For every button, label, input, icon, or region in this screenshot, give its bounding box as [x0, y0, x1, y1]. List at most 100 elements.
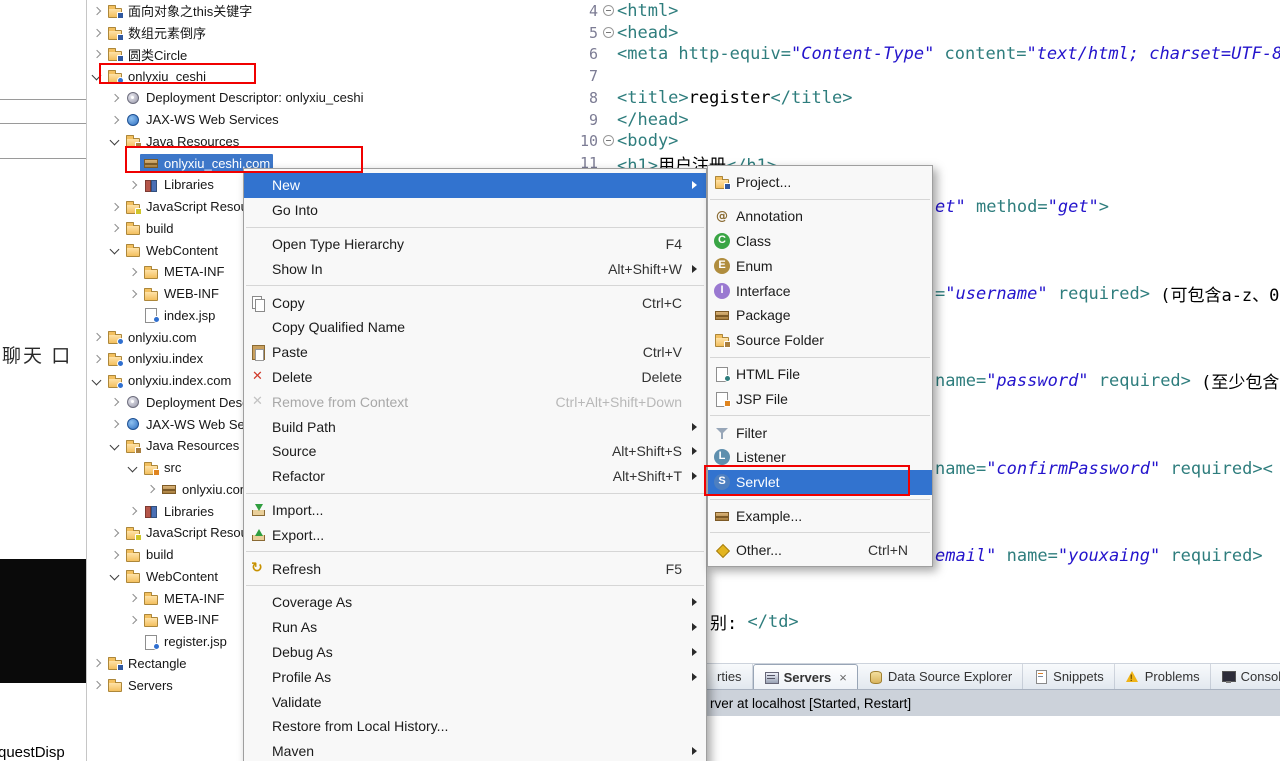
tree-item-label: META-INF [163, 591, 224, 606]
tab-data-source-explorer[interactable]: Data Source Explorer [858, 664, 1023, 689]
menu-item-annotation[interactable]: Annotation [708, 204, 932, 229]
collapsed-arrow-icon[interactable] [91, 656, 104, 670]
collapsed-arrow-icon[interactable] [91, 330, 104, 344]
menu-item-coverage-as[interactable]: Coverage As [244, 590, 706, 615]
menu-item-html-file[interactable]: HTML File [708, 362, 932, 387]
tree-item-circle[interactable]: 圆类Circle [87, 44, 557, 66]
tab-snippets[interactable]: Snippets [1023, 664, 1115, 689]
menu-item-import[interactable]: Import... [244, 498, 706, 523]
menu-item-open-type-hierarchy[interactable]: Open Type HierarchyF4 [244, 232, 706, 257]
expanded-arrow-icon[interactable] [91, 374, 104, 388]
menu-item-project[interactable]: Project... [708, 170, 932, 195]
fold-marker-icon[interactable] [601, 3, 617, 19]
collapsed-arrow-icon[interactable] [127, 613, 140, 627]
collapsed-arrow-icon[interactable] [109, 417, 122, 431]
tree-item-label: Libraries [163, 504, 214, 519]
code-segment: "text/html; charset=UTF-8" [1026, 44, 1280, 64]
tree-item-this[interactable]: 面向对象之this关键字 [87, 0, 557, 22]
expanded-arrow-icon[interactable] [109, 439, 122, 453]
collapsed-arrow-icon[interactable] [145, 482, 158, 496]
editor-line: 5<head> [556, 22, 1280, 44]
code-text: </head> [617, 110, 689, 130]
menu-item-copy-qualified-name[interactable]: Copy Qualified Name [244, 315, 706, 340]
annotation-box-3 [704, 465, 910, 496]
collapsed-arrow-icon[interactable] [91, 678, 104, 692]
menu-item-enum[interactable]: Enum [708, 253, 932, 278]
menu-item-label: Project... [736, 174, 791, 190]
collapsed-arrow-icon[interactable] [127, 591, 140, 605]
menu-item-package[interactable]: Package [708, 303, 932, 328]
tab-rties[interactable]: rties [707, 664, 753, 689]
menu-item-maven[interactable]: Maven [244, 739, 706, 761]
collapsed-arrow-icon[interactable] [109, 91, 122, 105]
collapsed-arrow-icon[interactable] [127, 178, 140, 192]
menu-item-label: Refresh [272, 561, 321, 577]
menu-item-source-folder[interactable]: Source Folder [708, 328, 932, 353]
collapsed-arrow-icon[interactable] [91, 47, 104, 61]
menu-item-restore-from-local-history[interactable]: Restore from Local History... [244, 714, 706, 739]
collapsed-arrow-icon[interactable] [109, 221, 122, 235]
menu-item-copy[interactable]: CopyCtrl+C [244, 290, 706, 315]
submenu-arrow-icon [686, 443, 698, 459]
collapsed-arrow-icon[interactable] [127, 504, 140, 518]
collapsed-arrow-icon[interactable] [109, 200, 122, 214]
menu-item-example[interactable]: Example... [708, 504, 932, 529]
menu-item-show-in[interactable]: Show InAlt+Shift+W [244, 256, 706, 281]
menu-item-debug-as[interactable]: Debug As [244, 640, 706, 665]
menu-item-class[interactable]: Class [708, 229, 932, 254]
collapsed-arrow-icon[interactable] [109, 526, 122, 540]
collapsed-arrow-icon[interactable] [127, 265, 140, 279]
context-menu: NewGo Into Open Type HierarchyF4Show InAl… [243, 168, 707, 761]
collapsed-arrow-icon[interactable] [109, 113, 122, 127]
menu-item-go-into[interactable]: Go Into [244, 198, 706, 223]
menu-item-refactor[interactable]: RefactorAlt+Shift+T [244, 464, 706, 489]
expanded-arrow-icon[interactable] [109, 243, 122, 257]
tree-item-label: onlyxiu.com [181, 482, 251, 497]
menu-item-remove-from-context[interactable]: Remove from ContextCtrl+Alt+Shift+Down [244, 389, 706, 414]
menu-item-jsp-file[interactable]: JSP File [708, 386, 932, 411]
fold-marker-icon[interactable] [601, 25, 617, 41]
menu-item-interface[interactable]: Interface [708, 278, 932, 303]
menu-item-validate[interactable]: Validate [244, 689, 706, 714]
menu-item-delete[interactable]: DeleteDelete [244, 365, 706, 390]
tab-console[interactable]: Console [1211, 664, 1280, 689]
tab-problems[interactable]: Problems [1115, 664, 1211, 689]
menu-item-source[interactable]: SourceAlt+Shift+S [244, 439, 706, 464]
tree-item-label: Libraries [163, 177, 214, 192]
expanded-arrow-icon[interactable] [109, 134, 122, 148]
submenu-arrow-icon [686, 419, 698, 435]
menu-item-profile-as[interactable]: Profile As [244, 664, 706, 689]
menu-item-paste[interactable]: PasteCtrl+V [244, 340, 706, 365]
new-submenu: Project... AnnotationClassEnumInterfacePa… [707, 165, 933, 567]
expanded-arrow-icon[interactable] [127, 461, 140, 475]
collapsed-arrow-icon[interactable] [91, 352, 104, 366]
collapsed-arrow-icon[interactable] [127, 287, 140, 301]
tab-close-icon[interactable]: × [839, 670, 847, 685]
tab-servers[interactable]: Servers× [753, 664, 858, 689]
menu-item-new[interactable]: New [244, 173, 706, 198]
deploy-icon [125, 394, 141, 410]
menu-item-other[interactable]: Other...Ctrl+N [708, 537, 932, 562]
collapsed-arrow-icon[interactable] [91, 4, 104, 18]
empty-icon [250, 743, 266, 759]
menu-separator [246, 585, 704, 586]
jsp-icon [143, 307, 159, 323]
menu-item-run-as[interactable]: Run As [244, 615, 706, 640]
menu-item-export[interactable]: Export... [244, 522, 706, 547]
submenu-arrow-slot [912, 542, 924, 558]
tree-item-jax-ws-web-services[interactable]: JAX-WS Web Services [87, 109, 557, 131]
collapsed-arrow-icon[interactable] [91, 26, 104, 40]
collapsed-arrow-icon[interactable] [109, 548, 122, 562]
tree-item-deployment-descriptor-onlyxiu-ceshi[interactable]: Deployment Descriptor: onlyxiu_ceshi [87, 87, 557, 109]
menu-item-refresh[interactable]: RefreshF5 [244, 556, 706, 581]
tree-item-item[interactable]: 数组元素倒序 [87, 22, 557, 44]
folder-icon [143, 264, 159, 280]
expanded-arrow-icon[interactable] [109, 569, 122, 583]
menu-separator [710, 499, 930, 500]
menu-item-filter[interactable]: Filter [708, 420, 932, 445]
menu-item-build-path[interactable]: Build Path [244, 414, 706, 439]
fold-marker-icon[interactable] [601, 133, 617, 149]
code-segment: > [1252, 459, 1262, 479]
collapsed-arrow-icon[interactable] [109, 395, 122, 409]
submenu-arrow-slot [686, 202, 698, 218]
